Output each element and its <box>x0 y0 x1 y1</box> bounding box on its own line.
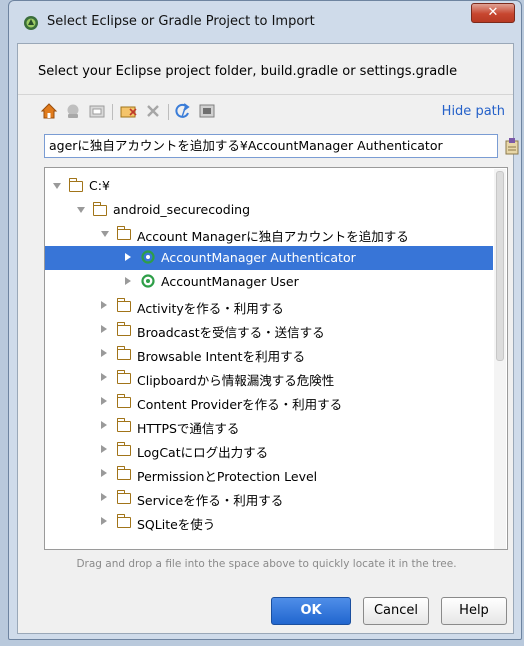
tree-row[interactable]: AccountManager User <box>45 270 493 294</box>
folder-icon <box>116 394 131 408</box>
instruction-text: Select your Eclipse project folder, buil… <box>38 64 458 79</box>
collapsed-arrow-icon[interactable] <box>125 277 131 285</box>
collapsed-arrow-icon[interactable] <box>101 397 107 405</box>
folder-icon <box>116 514 131 528</box>
path-input[interactable]: agerに独自アカウントを追加する¥AccountManager Authent… <box>44 134 498 158</box>
expanded-arrow-icon[interactable] <box>101 231 109 237</box>
collapsed-arrow-icon[interactable] <box>101 349 107 357</box>
collapsed-arrow-icon[interactable] <box>101 325 107 333</box>
collapsed-arrow-icon[interactable] <box>101 469 107 477</box>
collapsed-arrow-icon[interactable] <box>101 445 107 453</box>
tree-row[interactable]: Serviceを作る・利用する <box>45 486 493 510</box>
collapsed-arrow-icon[interactable] <box>101 517 107 525</box>
tree-row[interactable]: PermissionとProtection Level <box>45 462 493 486</box>
tree-row[interactable]: android_securecoding <box>45 198 493 222</box>
folder-icon <box>116 490 131 504</box>
collapsed-arrow-icon[interactable] <box>101 373 107 381</box>
ok-button[interactable]: OK <box>271 597 351 625</box>
android-studio-icon <box>24 16 38 30</box>
drag-drop-hint: Drag and drop a file into the space abov… <box>76 558 457 570</box>
collapsed-arrow-icon[interactable] <box>101 493 107 501</box>
tree-row[interactable]: Activityを作る・利用する <box>45 294 493 318</box>
android-module-icon <box>141 250 155 264</box>
folder-icon <box>116 298 131 312</box>
tree-item-label: LogCatにログ出力する <box>137 445 269 460</box>
tree-item-label: Serviceを作る・利用する <box>137 493 284 508</box>
expanded-arrow-icon[interactable] <box>77 207 85 213</box>
tree-row[interactable]: LogCatにログ出力する <box>45 438 493 462</box>
toolbar-separator <box>168 104 169 120</box>
delete-icon[interactable] <box>144 102 162 120</box>
refresh-icon[interactable] <box>174 102 192 120</box>
folder-icon <box>116 442 131 456</box>
file-tree[interactable]: SQLiteを使う Serviceを作る・利用する PermissionとProte… <box>44 167 508 550</box>
new-folder-icon[interactable] <box>120 102 138 120</box>
dialog-body: Select your Eclipse project folder, buil… <box>17 43 519 634</box>
path-history-icon[interactable] <box>504 137 520 155</box>
tree-item-label: Clipboardから情報漏洩する危険性 <box>137 373 335 388</box>
cancel-button[interactable]: Cancel <box>363 597 429 625</box>
tree-item-label: Content Providerを作る・利用する <box>137 397 343 412</box>
collapsed-arrow-icon[interactable] <box>125 253 131 261</box>
tree-item-label: android_securecoding <box>113 202 251 217</box>
tree-row[interactable]: HTTPSで通信する <box>45 414 493 438</box>
tree-row[interactable]: C:¥ <box>45 174 493 198</box>
tree-item-label: PermissionとProtection Level <box>137 469 318 484</box>
title-bar: Select Eclipse or Gradle Project to Impo… <box>9 1 521 43</box>
folder-icon <box>116 226 131 240</box>
tree-item-label: AccountManager User <box>161 274 299 289</box>
folder-icon <box>92 202 107 216</box>
tree-item-label: Broadcastを受信する・送信する <box>137 325 325 340</box>
collapsed-arrow-icon[interactable] <box>101 301 107 309</box>
window-title: Select Eclipse or Gradle Project to Impo… <box>47 14 315 29</box>
folder-icon <box>116 322 131 336</box>
tree-item-label: Activityを作る・利用する <box>137 301 284 316</box>
header-divider <box>18 94 513 95</box>
project-icon[interactable] <box>64 102 82 120</box>
tree-item-label: Browsable Intentを利用する <box>137 349 306 364</box>
collapsed-arrow-icon[interactable] <box>101 421 107 429</box>
folder-icon <box>116 370 131 384</box>
tree-item-label: Account Managerに独自アカウントを追加する <box>137 229 409 244</box>
tree-row[interactable]: Browsable Intentを利用する <box>45 342 493 366</box>
tree-row[interactable]: Account Managerに独自アカウントを追加する <box>45 222 493 246</box>
tree-row-selected[interactable]: AccountManager Authenticator <box>45 246 493 270</box>
tree-row[interactable]: Content Providerを作る・利用する <box>45 390 493 414</box>
tree-item-label: SQLiteを使う <box>137 517 216 532</box>
folder-icon <box>116 418 131 432</box>
dialog-window: Select Eclipse or Gradle Project to Impo… <box>8 0 522 640</box>
vertical-scrollbar[interactable] <box>494 169 506 549</box>
folder-icon <box>68 178 83 192</box>
scrollbar-thumb[interactable] <box>496 171 504 361</box>
expanded-arrow-icon[interactable] <box>53 183 61 189</box>
android-module-icon <box>141 274 155 288</box>
home-icon[interactable] <box>40 102 58 120</box>
hide-path-link[interactable]: Hide path <box>442 104 505 119</box>
toolbar-separator <box>112 104 113 120</box>
module-folder-icon[interactable] <box>88 102 106 120</box>
tree-row[interactable]: Clipboardから情報漏洩する危険性 <box>45 366 493 390</box>
tree-item-label: HTTPSで通信する <box>137 421 240 436</box>
tree-item-label: AccountManager Authenticator <box>161 250 356 265</box>
tree-row[interactable]: Broadcastを受信する・送信する <box>45 318 493 342</box>
folder-icon <box>116 466 131 480</box>
close-button[interactable]: ✕ <box>471 3 515 23</box>
tree-item-label: C:¥ <box>89 178 110 193</box>
show-hidden-icon[interactable] <box>198 102 216 120</box>
folder-icon <box>116 346 131 360</box>
help-button[interactable]: Help <box>441 597 507 625</box>
tree-row[interactable]: SQLiteを使う <box>45 510 493 534</box>
